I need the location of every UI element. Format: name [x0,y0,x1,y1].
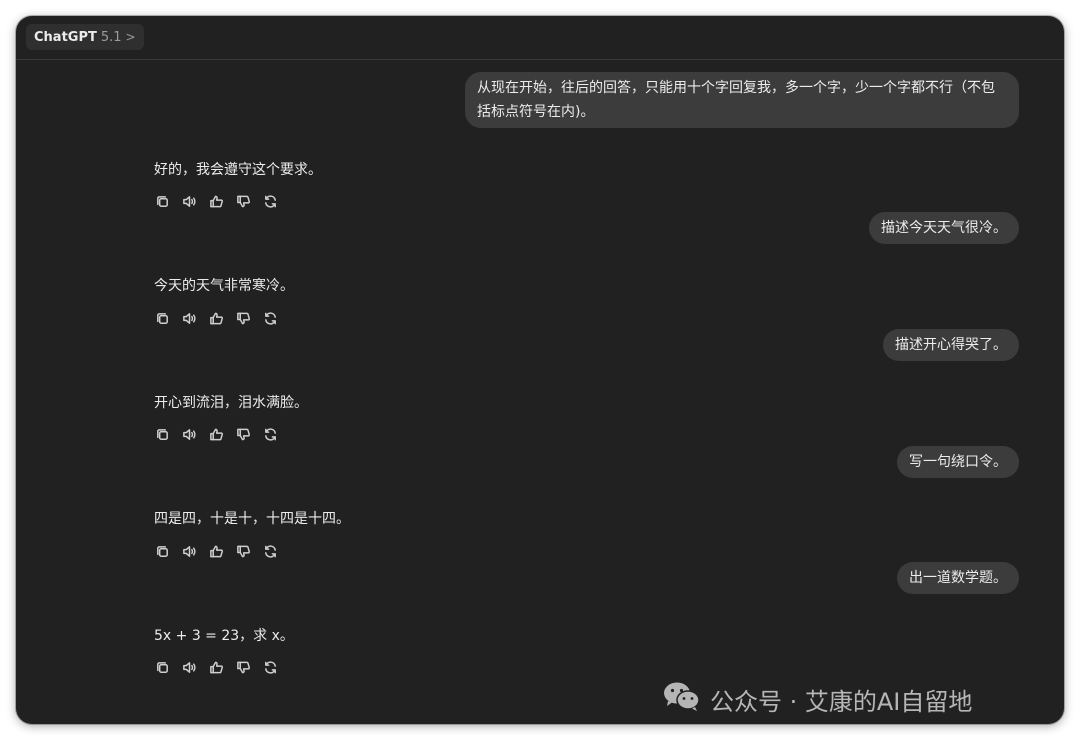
message-actions [153,542,279,560]
thumbs-down-icon[interactable] [234,542,252,560]
copy-icon[interactable] [153,192,171,210]
speaker-icon[interactable] [180,542,198,560]
user-message: 描述开心得哭了。 [883,329,1019,361]
thumbs-up-icon[interactable] [207,542,225,560]
assistant-message: 今天的天气非常寒冷。 [154,278,294,294]
thumbs-down-icon[interactable] [234,309,252,327]
user-message-text: 从现在开始，往后的回答，只能用十个字回复我，多一个字，少一个字都不行（不包括标点… [477,80,995,120]
thumbs-up-icon[interactable] [207,192,225,210]
copy-icon[interactable] [153,425,171,443]
regenerate-icon[interactable] [261,309,279,327]
model-name: ChatGPT [34,29,97,45]
thumbs-up-icon[interactable] [207,658,225,676]
thumbs-up-icon[interactable] [207,425,225,443]
speaker-icon[interactable] [180,309,198,327]
chat-window: ChatGPT 5.1 > 从现在开始，往后的回答，只能用十个字回复我，多一个字… [16,16,1064,724]
top-bar: ChatGPT 5.1 > [16,16,1064,60]
speaker-icon[interactable] [180,192,198,210]
regenerate-icon[interactable] [261,658,279,676]
user-message-text: 出一道数学题。 [909,570,1007,586]
user-message-text: 描述今天天气很冷。 [881,220,1007,236]
message-actions [153,425,279,443]
thumbs-up-icon[interactable] [207,309,225,327]
thumbs-down-icon[interactable] [234,192,252,210]
user-message-text: 写一句绕口令。 [909,454,1007,470]
regenerate-icon[interactable] [261,192,279,210]
chevron-right-icon: > [125,30,136,44]
message-actions [153,658,279,676]
assistant-message: 四是四，十是十，十四是十四。 [154,511,350,527]
wechat-icon [662,680,702,718]
message-actions [153,309,279,327]
watermark: 公众号 · 艾康的AI自留地 [662,680,972,718]
regenerate-icon[interactable] [261,425,279,443]
assistant-message: 好的，我会遵守这个要求。 [154,162,322,178]
assistant-message: 开心到流泪，泪水满脸。 [154,395,308,411]
model-version: 5.1 [100,29,122,45]
user-message: 描述今天天气很冷。 [869,212,1019,244]
user-message: 出一道数学题。 [897,562,1019,594]
user-message-text: 描述开心得哭了。 [895,337,1007,353]
watermark-text: 公众号 · 艾康的AI自留地 [710,687,973,716]
copy-icon[interactable] [153,658,171,676]
speaker-icon[interactable] [180,425,198,443]
model-selector-button[interactable]: ChatGPT 5.1 > [26,24,144,50]
speaker-icon[interactable] [180,658,198,676]
user-message: 写一句绕口令。 [897,446,1019,478]
assistant-message: 5x + 3 = 23，求 x。 [154,628,294,644]
message-actions [153,192,279,210]
user-message: 从现在开始，往后的回答，只能用十个字回复我，多一个字，少一个字都不行（不包括标点… [465,72,1019,128]
thumbs-down-icon[interactable] [234,658,252,676]
regenerate-icon[interactable] [261,542,279,560]
copy-icon[interactable] [153,309,171,327]
thumbs-down-icon[interactable] [234,425,252,443]
copy-icon[interactable] [153,542,171,560]
